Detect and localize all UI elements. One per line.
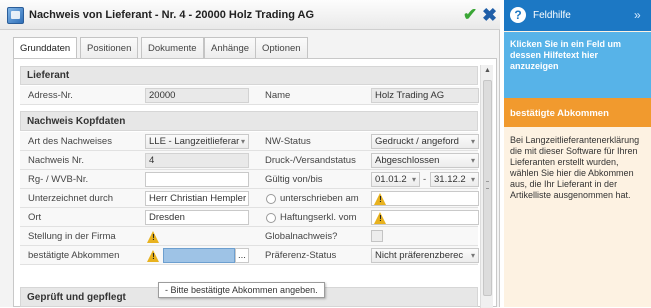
help-topic: bestätigte Abkommen	[504, 98, 651, 127]
row-nachweis-nr: Nachweis Nr. 4 Druck-/Versandstatus Abge…	[20, 151, 479, 170]
tab-anhaenge[interactable]: Anhänge	[204, 37, 257, 59]
section-lieferant: Lieferant	[20, 66, 478, 85]
row-unterzeichnet: Unterzeichnet durch Herr Christian Hempl…	[20, 189, 479, 208]
druck-status-select[interactable]: Abgeschlossen	[371, 153, 479, 168]
nw-status-label: NW-Status	[265, 136, 311, 147]
validation-tooltip: - Bitte bestätigte Abkommen angeben.	[158, 282, 325, 298]
scroll-grip	[486, 181, 489, 189]
gueltig-von-field[interactable]: 01.01.2	[371, 172, 420, 187]
tab-grunddaten[interactable]: Grunddaten	[13, 37, 78, 60]
help-question-icon: ?	[510, 7, 526, 23]
row-abkommen: bestätigte Abkommen ... Präferenz-Status…	[20, 246, 479, 265]
help-title: Feldhilfe	[533, 10, 571, 21]
abkommen-label: bestätigte Abkommen	[28, 250, 120, 261]
save-confirm-checkmark-icon[interactable]: ✔	[463, 5, 479, 25]
name-label: Name	[265, 90, 291, 101]
name-field[interactable]: Holz Trading AG	[371, 88, 479, 103]
window-title: Nachweis von Lieferant - Nr. 4 - 20000 H…	[29, 9, 315, 21]
scroll-thumb[interactable]	[483, 80, 492, 296]
gueltig-label: Gültig von/bis	[265, 174, 323, 185]
abkommen-warning-icon	[147, 250, 160, 262]
ort-label: Ort	[28, 212, 42, 223]
gueltig-separator: -	[423, 174, 427, 185]
help-body: Bei Langzeitlieferantenerklärung die mit…	[510, 135, 640, 200]
rg-wvb-label: Rg- / WVB-Nr.	[28, 174, 89, 185]
rg-wvb-input[interactable]	[145, 172, 249, 187]
help-header: ? Feldhilfe »	[504, 0, 651, 31]
abkommen-browse-button[interactable]: ...	[235, 248, 249, 263]
nw-status-select[interactable]: Gedruckt / angeford	[371, 134, 479, 149]
close-x-icon[interactable]: ✖	[482, 5, 498, 25]
haftung-date-field[interactable]	[371, 210, 479, 225]
document-window: Nachweis von Lieferant - Nr. 4 - 20000 H…	[0, 0, 500, 308]
help-intro: Klicken Sie in ein Feld um dessen Hilfet…	[504, 32, 651, 98]
unterschrieben-date-field[interactable]	[371, 191, 479, 206]
tab-positionen[interactable]: Positionen	[80, 37, 139, 59]
tab-dokumente[interactable]: Dokumente	[141, 37, 204, 59]
gueltig-bis-field[interactable]: 31.12.2	[430, 172, 479, 187]
abkommen-input[interactable]	[163, 248, 235, 263]
title-bar: Nachweis von Lieferant - Nr. 4 - 20000 H…	[0, 0, 500, 30]
globalnachweis-checkbox[interactable]	[371, 230, 383, 242]
adress-nr-field[interactable]: 20000	[145, 88, 249, 103]
unterschrieben-label: unterschrieben am	[280, 193, 359, 204]
tab-optionen[interactable]: Optionen	[255, 37, 308, 59]
vertical-scrollbar[interactable]: ▲	[480, 65, 493, 308]
document-app-icon	[7, 7, 24, 24]
section-kopfdaten: Nachweis Kopfdaten	[20, 111, 478, 131]
stellung-label: Stellung in der Firma	[28, 231, 116, 242]
field-help-panel: ? Feldhilfe » Klicken Sie in ein Feld um…	[504, 0, 651, 307]
druck-status-label: Druck-/Versandstatus	[265, 155, 356, 166]
collapse-chevron-icon[interactable]: »	[634, 8, 641, 22]
ort-input[interactable]: Dresden	[145, 210, 249, 225]
nachweis-nr-field[interactable]: 4	[145, 153, 249, 168]
haftung-radio-icon[interactable]	[266, 213, 276, 223]
row-art: Art des Nachweises LLE - Langzeitliefera…	[20, 132, 479, 151]
row-adress-nr: Adress-Nr. 20000 Name Holz Trading AG	[20, 86, 479, 105]
row-ort: Ort Dresden Haftungserkl. vom	[20, 208, 479, 227]
row-rg-wvb: Rg- / WVB-Nr. Gültig von/bis 01.01.2 - 3…	[20, 170, 479, 189]
unterschrieben-radio-icon[interactable]	[266, 194, 276, 204]
global-label: Globalnachweis?	[265, 231, 338, 242]
unterzeichnet-label: Unterzeichnet durch	[28, 193, 114, 204]
haftung-label: Haftungserkl. vom	[280, 212, 357, 223]
row-stellung: Stellung in der Firma Globalnachweis?	[20, 227, 478, 246]
grunddaten-panel: Lieferant Adress-Nr. 20000 Name Holz Tra…	[13, 58, 497, 308]
praeferenz-label: Präferenz-Status	[265, 250, 337, 261]
warning-icon	[374, 193, 387, 205]
adress-nr-label: Adress-Nr.	[28, 90, 73, 101]
scroll-up-arrow-icon[interactable]: ▲	[481, 65, 494, 77]
warning-icon	[374, 212, 387, 224]
nachweis-nr-label: Nachweis Nr.	[28, 155, 84, 166]
art-select[interactable]: LLE - Langzeitlieferar	[145, 134, 249, 149]
stellung-warning-icon	[147, 231, 160, 243]
unterzeichnet-input[interactable]: Herr Christian Hempler	[145, 191, 249, 206]
praeferenz-select[interactable]: Nicht präferenzberec	[371, 248, 479, 263]
art-label: Art des Nachweises	[28, 136, 112, 147]
